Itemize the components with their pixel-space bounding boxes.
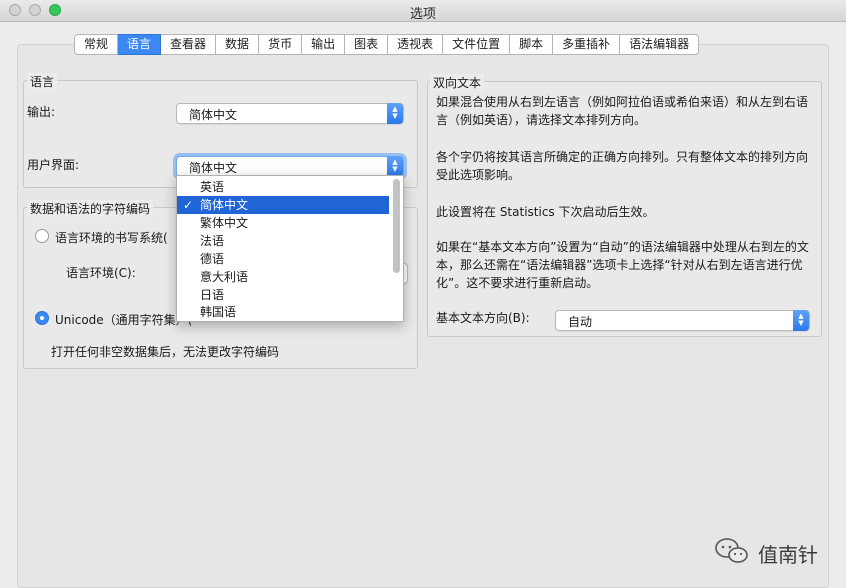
- language-group-title: 语言: [27, 73, 58, 90]
- bidi-paragraph-2: 各个字仍将按其语言所确定的正确方向排列。只有整体文本的排列方向受此选项影响。: [436, 150, 809, 182]
- checkmark-icon: ✓: [183, 198, 194, 212]
- dropdown-option-simplified-chinese[interactable]: ✓ 简体中文: [177, 196, 389, 214]
- unicode-encoding-radio[interactable]: [35, 311, 49, 325]
- tab-scripts[interactable]: 脚本: [510, 34, 554, 55]
- option-label: 日语: [200, 288, 225, 302]
- chevron-updown-icon: ▲ ▼: [387, 103, 403, 124]
- dropdown-option-traditional-chinese[interactable]: 繁体中文: [177, 214, 389, 232]
- dropdown-scrollbar[interactable]: [393, 179, 400, 273]
- tab-currency[interactable]: 货币: [259, 34, 303, 55]
- dropdown-option-japanese[interactable]: 日语: [177, 286, 389, 304]
- base-direction-label: 基本文本方向(B):: [436, 311, 530, 325]
- locale-encoding-radio[interactable]: [35, 229, 49, 243]
- tab-general[interactable]: 常规: [74, 34, 119, 55]
- base-direction-value: 自动: [568, 315, 593, 329]
- wechat-logo-icon: [715, 538, 748, 563]
- encoding-group-title: 数据和语法的字符编码: [27, 200, 154, 217]
- tab-file-locations[interactable]: 文件位置: [443, 34, 511, 55]
- locale-encoding-label: 语言环境的书写系统(: [55, 231, 168, 245]
- option-label: 法语: [200, 234, 225, 248]
- tab-data[interactable]: 数据: [216, 34, 260, 55]
- bidi-paragraph-4: 如果在“基本文本方向”设置为“自动”的语法编辑器中处理从右到左的文本，那么还需在…: [436, 240, 809, 290]
- output-language-select[interactable]: 简体中文 ▲ ▼: [176, 103, 404, 124]
- option-label: 意大利语: [200, 270, 249, 284]
- bidi-text-group-title: 双向文本: [430, 74, 485, 91]
- ui-language-dropdown-menu: 英语 ✓ 简体中文 繁体中文 法语 德语 意大利语 日语 韩国语: [176, 175, 404, 322]
- tab-language[interactable]: 语言: [118, 34, 162, 55]
- tab-multiple-imputation[interactable]: 多重插补: [553, 34, 621, 55]
- unicode-encoding-label: Unicode（通用字符集）(: [55, 313, 193, 327]
- tab-viewer[interactable]: 查看器: [161, 34, 217, 55]
- tab-syntax-editor[interactable]: 语法编辑器: [620, 34, 700, 55]
- encoding-note: 打开任何非空数据集后，无法更改字符编码: [51, 345, 280, 359]
- tab-charts[interactable]: 图表: [345, 34, 389, 55]
- ui-language-value: 简体中文: [189, 161, 238, 175]
- output-language-value: 简体中文: [189, 108, 238, 122]
- locale-label: 语言环境(C):: [66, 266, 136, 280]
- dropdown-option-english[interactable]: 英语: [177, 178, 389, 196]
- dropdown-option-italian[interactable]: 意大利语: [177, 268, 389, 286]
- option-label: 德语: [200, 252, 225, 266]
- ui-language-select[interactable]: 简体中文 ▲ ▼: [176, 156, 404, 177]
- watermark: 值南针: [713, 536, 833, 568]
- dropdown-option-korean[interactable]: 韩国语: [177, 303, 389, 321]
- chevron-updown-icon: ▲ ▼: [793, 310, 809, 331]
- tab-bar: 常规 语言 查看器 数据 货币 输出 图表 透视表 文件位置 脚本 多重插补 语…: [74, 34, 700, 55]
- dropdown-option-french[interactable]: 法语: [177, 232, 389, 250]
- bidi-paragraph-3: 此设置将在 Statistics 下次启动后生效。: [436, 205, 655, 219]
- option-label: 韩国语: [200, 305, 237, 319]
- title-bar: 选项: [0, 0, 846, 22]
- ui-language-label: 用户界面:: [27, 158, 80, 172]
- tab-output[interactable]: 输出: [302, 34, 346, 55]
- window-title: 选项: [409, 7, 436, 22]
- tab-pivot-tables[interactable]: 透视表: [388, 34, 444, 55]
- bidi-paragraph-1: 如果混合使用从右到左语言（例如阿拉伯语或希伯来语）和从左到右语言（例如英语），请…: [436, 95, 809, 127]
- output-language-label: 输出:: [27, 105, 56, 119]
- option-label: 繁体中文: [200, 216, 249, 230]
- option-label: 简体中文: [200, 198, 249, 212]
- option-label: 英语: [200, 180, 225, 194]
- base-direction-select[interactable]: 自动 ▲ ▼: [555, 310, 810, 331]
- chevron-updown-icon: ▲ ▼: [387, 156, 403, 177]
- dropdown-option-german[interactable]: 德语: [177, 250, 389, 268]
- watermark-text: 值南针: [758, 543, 818, 567]
